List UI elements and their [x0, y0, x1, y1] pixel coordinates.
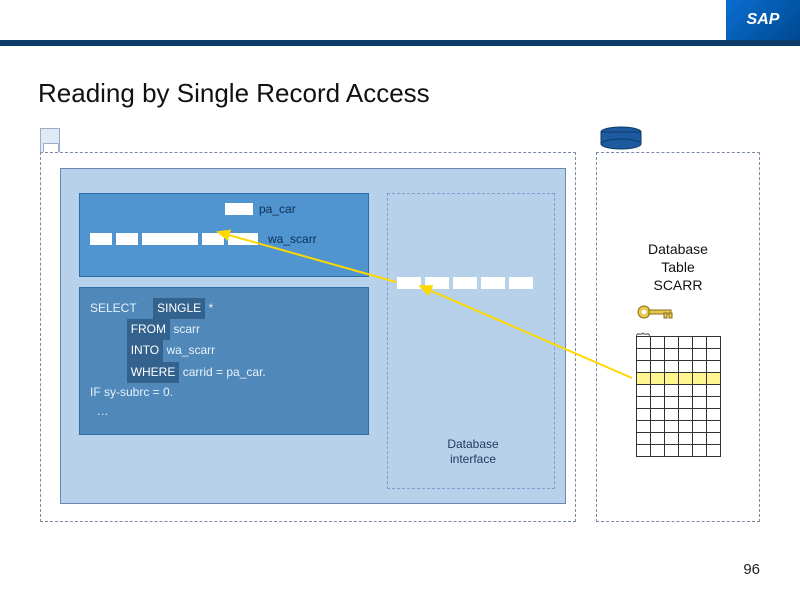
kw-where: WHERE [127, 362, 180, 383]
kw-from: FROM [127, 319, 170, 340]
wa-slot [116, 233, 138, 245]
code-star: * [209, 301, 214, 315]
scarr-table-grid [636, 336, 721, 457]
sap-logo-text: SAP [747, 11, 780, 29]
program-area: pa_car wa_scarr SELECT SINGLE * FROM sca… [60, 168, 566, 504]
wa-slot [202, 233, 224, 245]
abap-code-box: SELECT SINGLE * FROM scarr INTO wa_scarr… [79, 287, 369, 435]
db-title-l1: Database [648, 241, 708, 257]
code-from-tbl: scarr [173, 322, 200, 336]
page-title: Reading by Single Record Access [38, 78, 430, 109]
kw-into: INTO [127, 340, 163, 361]
buffer-slot [425, 277, 449, 289]
pa-car-label: pa_car [259, 202, 296, 216]
code-into-wa: wa_scarr [166, 343, 215, 357]
db-table-title: Database Table SCARR [614, 240, 742, 295]
scarr-selected-row [637, 373, 721, 385]
code-ellipsis: … [97, 404, 109, 418]
top-bar: SAP [0, 0, 800, 40]
db-title-l3: SCARR [653, 277, 702, 293]
db-interface-label-l1: Database [447, 437, 498, 451]
buffer-slot [509, 277, 533, 289]
code-if-line: IF sy-subrc = 0. [90, 383, 358, 402]
sap-logo: SAP [726, 0, 800, 40]
pa-car-field: pa_car [225, 202, 296, 216]
kw-single: SINGLE [153, 298, 205, 319]
key-brace: ︷ [636, 320, 666, 330]
database-icon [600, 126, 642, 150]
wa-scarr-structure: wa_scarr [90, 232, 317, 246]
code-where-cond: carrid = pa_car. [183, 365, 266, 379]
db-interface-label: Database interface [423, 437, 523, 467]
data-objects-box: pa_car wa_scarr [79, 193, 369, 277]
pa-car-slot [225, 203, 253, 215]
buffer-slot [453, 277, 477, 289]
wa-slot [90, 233, 112, 245]
interface-buffer-row [397, 277, 533, 289]
wa-slot [142, 233, 198, 245]
buffer-slot [481, 277, 505, 289]
wa-slot [228, 233, 258, 245]
key-icon [636, 302, 676, 322]
page-number: 96 [743, 561, 760, 578]
header-divider [0, 40, 800, 46]
wa-scarr-label: wa_scarr [268, 232, 317, 246]
buffer-slot [397, 277, 421, 289]
kw-select: SELECT [90, 301, 136, 315]
db-title-l2: Table [661, 259, 694, 275]
db-interface-label-l2: interface [450, 452, 496, 466]
